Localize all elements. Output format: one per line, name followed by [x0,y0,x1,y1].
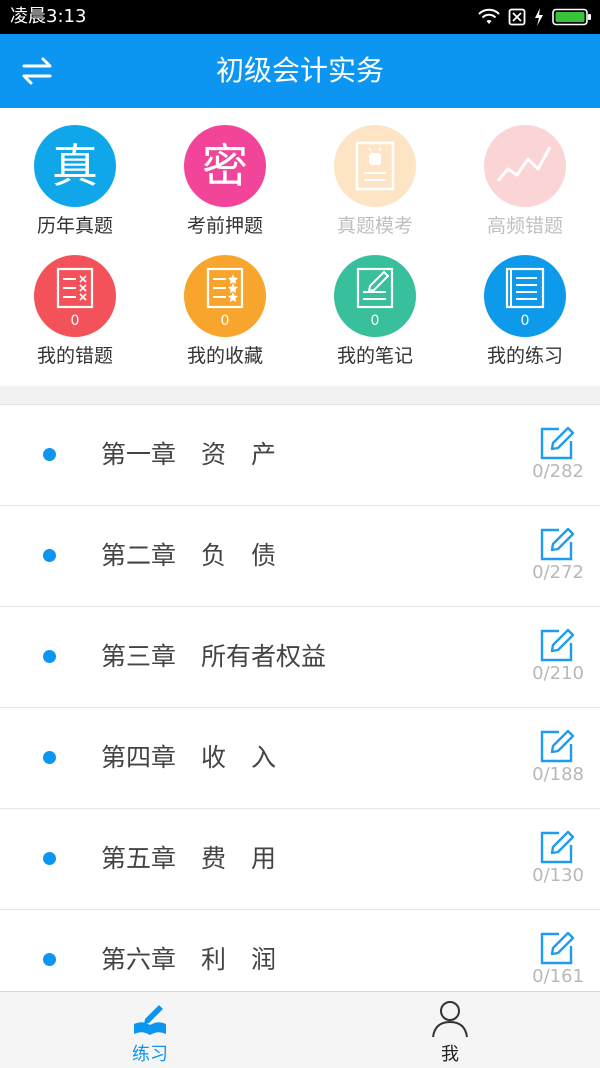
menu-label: 我的笔记 [336,345,413,367]
menu-label: 历年真题 [36,215,113,237]
mi-glyph-icon: 密 [184,125,266,207]
chapter-row[interactable]: 第一章 资 产 0/282 [0,405,600,506]
status-time: 凌晨3:13 [10,6,87,27]
chapter-title: 第四章 收 入 [101,743,277,772]
menu-my-notes[interactable]: 0 我的笔记 [300,238,450,368]
status-bar: 凌晨3:13 [0,0,600,34]
wrong-list-icon: 0 [34,255,116,337]
edit-icon[interactable] [539,526,575,562]
menu-label: 我的练习 [486,345,563,367]
edit-icon[interactable] [539,930,575,966]
mock-exam-icon [334,125,416,207]
chapter-row[interactable]: 第二章 负 债 0/272 [0,506,600,607]
person-outline-icon [432,1001,468,1038]
chapter-title: 第二章 负 债 [101,541,277,570]
app-bar: 初级会计实务 [0,34,600,108]
chapter-row[interactable]: 第六章 利 润 0/161 [0,910,600,992]
note-count: 0 [370,313,380,329]
chapter-list[interactable]: 第一章 资 产 0/282 第二章 负 债 0/272 第三章 所有者权益 0/… [0,404,600,992]
menu-label: 考前押题 [186,215,263,237]
menu-glyph: 真 [52,139,98,193]
menu-label: 高频错题 [486,215,563,237]
chapter-row[interactable]: 第四章 收 入 0/188 [0,708,600,809]
chapter-progress: 0/188 [532,764,584,785]
menu-frequent-errors[interactable]: 高频错题 [450,108,600,238]
edit-icon[interactable] [539,627,575,663]
tab-me[interactable]: 我 [300,992,600,1068]
star-list-icon: 0 [184,255,266,337]
bullet-dot [43,953,56,966]
page-title: 初级会计实务 [215,54,384,87]
no-sim-icon [508,8,526,26]
chapter-progress: 0/282 [532,461,584,482]
chapter-progress: 0/210 [532,663,584,684]
trend-chart-icon [484,125,566,207]
tab-label: 练习 [132,1044,168,1065]
menu-predicted-exams[interactable]: 密 考前押题 [150,108,300,238]
practice-book-icon: 0 [484,255,566,337]
menu-mock-exam[interactable]: 真题模考 [300,108,450,238]
charging-bolt-icon [535,8,543,26]
tab-label: 我 [441,1044,459,1065]
chapter-title: 第一章 资 产 [101,440,277,469]
edit-icon[interactable] [539,425,575,461]
mistake-count: 0 [70,313,80,329]
menu-label: 我的错题 [36,345,113,367]
practice-count: 0 [520,313,530,329]
menu-history-exams[interactable]: 真 历年真题 [0,108,150,238]
practice-pen-icon [134,1005,166,1035]
feature-grid: 真 历年真题 密 考前押题 真题模考 高频错题 0 我的错题 0 我的收藏 0 … [0,108,600,386]
wifi-icon [478,8,500,24]
chapter-row[interactable]: 第五章 费 用 0/130 [0,809,600,910]
chapter-row[interactable]: 第三章 所有者权益 0/210 [0,607,600,708]
bullet-dot [43,448,56,461]
chapter-progress: 0/161 [532,966,584,987]
zhen-glyph-icon: 真 [34,125,116,207]
bottom-tab-bar: 练习 我 [0,991,600,1068]
menu-glyph: 密 [202,139,248,193]
favorite-count: 0 [220,313,230,329]
edit-icon[interactable] [539,829,575,865]
chapter-progress: 0/272 [532,562,584,583]
menu-label: 真题模考 [336,215,413,237]
tab-practice[interactable]: 练习 [0,992,300,1068]
battery-icon [552,8,591,26]
bullet-dot [43,650,56,663]
chapter-progress: 0/130 [532,865,584,886]
status-icons [478,6,592,28]
note-pencil-icon: 0 [334,255,416,337]
bullet-dot [43,751,56,764]
menu-my-favorites[interactable]: 0 我的收藏 [150,238,300,368]
edit-icon[interactable] [539,728,575,764]
menu-my-practice[interactable]: 0 我的练习 [450,238,600,368]
menu-label: 我的收藏 [186,345,263,367]
chapter-title: 第三章 所有者权益 [101,642,327,671]
bullet-dot [43,852,56,865]
chapter-title: 第五章 费 用 [101,844,277,873]
bullet-dot [43,549,56,562]
menu-my-mistakes[interactable]: 0 我的错题 [0,238,150,368]
chapter-title: 第六章 利 润 [101,945,277,974]
